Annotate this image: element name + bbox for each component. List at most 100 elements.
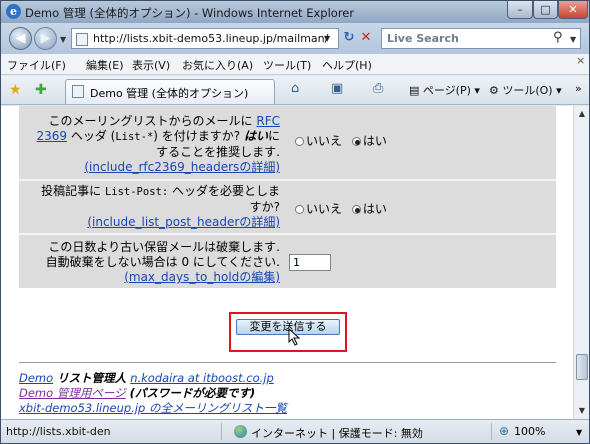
address-dropdown-icon[interactable]: ▼: [324, 34, 330, 43]
favorites-star-icon[interactable]: ★: [9, 82, 22, 98]
list-post-line1-tail: ヘッダを必要としま: [168, 184, 280, 198]
header-tail: に: [267, 129, 280, 143]
ie-logo-icon: e: [6, 4, 21, 19]
menu-close-icon[interactable]: ×: [576, 54, 585, 67]
menu-bar: ファイル(F) 編集(E) 表示(V) お気に入り(A) ツール(T) ヘルプ(…: [1, 54, 589, 75]
list-post-radio-group: いいえ はい: [295, 200, 393, 217]
menu-view[interactable]: 表示(V): [132, 57, 170, 73]
search-options-icon[interactable]: ▼: [570, 35, 576, 44]
command-bar: ★ ✚ Demo 管理 (全体的オプション) ⌂ ▣ ⎙ ▤ ページ(P) ▾ …: [1, 76, 589, 105]
footer-admin-page-line: Demo 管理用ページ (パスワードが必要です): [19, 385, 255, 401]
zoom-dropdown-icon[interactable]: ▼: [576, 428, 582, 437]
rfc2369-radio-group: いいえ はい: [295, 132, 393, 149]
tab-demo-admin[interactable]: Demo 管理 (全体的オプション): [65, 79, 275, 104]
overview-link[interactable]: xbit-demo53.lineup.jp の全メーリングリスト一覧: [19, 401, 287, 415]
scroll-up-icon[interactable]: ▲: [574, 106, 590, 122]
list-post-line1: 投稿記事に: [41, 184, 102, 198]
tools-menu[interactable]: ⚙ ツール(O) ▾: [489, 82, 562, 98]
menu-help[interactable]: ヘルプ(H): [322, 57, 372, 73]
list-post-line2: すか?: [249, 200, 280, 214]
search-icon[interactable]: ⚲: [553, 30, 563, 45]
browser-window: e Demo 管理 (全体的オプション) - Windows Internet …: [0, 0, 590, 444]
feeds-icon[interactable]: ▣: [331, 81, 343, 96]
radio-yes-rfc2369[interactable]: [351, 137, 361, 146]
menu-tools[interactable]: ツール(T): [263, 57, 311, 73]
security-zone[interactable]: インターネット | 保護モード: 無効: [251, 425, 423, 441]
zoom-icon[interactable]: ⊕: [499, 424, 509, 438]
page-content: このメーリングリストからのメールに RFC 2369 ヘッダ (List-*) …: [1, 106, 573, 419]
address-url[interactable]: http://lists.xbit-demo53.lineup.jp/mailm…: [93, 32, 328, 45]
option-value: いいえ はい: [285, 106, 556, 179]
detail-var-list-post: (include_list_post_header: [87, 215, 240, 229]
scroll-down-icon[interactable]: ▼: [574, 403, 590, 419]
toolbar-more-icon[interactable]: »: [575, 82, 582, 95]
menu-file[interactable]: ファイル(F): [7, 57, 66, 73]
page-menu[interactable]: ▤ ページ(P) ▾: [409, 82, 480, 98]
status-divider: [221, 423, 222, 440]
header-suffix: ) を付けますか?: [153, 129, 244, 143]
window-title: Demo 管理 (全体的オプション) - Windows Internet Ex…: [25, 6, 355, 20]
detail-var-rfc2369: (include_rfc2369_headers: [84, 160, 240, 174]
admin-label: リスト管理人: [53, 371, 131, 385]
menu-favorites[interactable]: お気に入り(A): [182, 57, 253, 73]
detail-tail-rfc2369: の詳細): [239, 160, 280, 174]
detail-link-list-post[interactable]: (include_list_post_headerの詳細): [87, 215, 280, 229]
max-days-line2: 自動破棄をしない場合は 0 にしてください.: [45, 255, 280, 269]
search-box[interactable]: Live Search ⚲ ▼: [381, 28, 581, 49]
add-favorites-icon[interactable]: ✚: [35, 82, 47, 98]
header-emphasis: はい: [243, 129, 268, 143]
status-bar: http://lists.xbit-den インターネット | 保護モード: 無…: [1, 419, 589, 443]
radio-yes-list-post[interactable]: [351, 205, 361, 214]
tools-menu-label: ツール(O): [502, 84, 553, 97]
home-icon[interactable]: ⌂: [291, 81, 299, 96]
rfc-link-number[interactable]: 2369: [36, 129, 67, 143]
forward-button[interactable]: ▶: [34, 27, 57, 50]
list-post-code: List-Post:: [104, 186, 169, 198]
option-description: このメーリングリストからのメールに RFC 2369 ヘッダ (List-*) …: [21, 106, 283, 179]
rfc2369-line3: することを推奨します.: [156, 145, 280, 159]
address-bar[interactable]: http://lists.xbit-demo53.lineup.jp/mailm…: [71, 28, 339, 49]
history-dropdown-icon[interactable]: ▼: [60, 35, 66, 44]
detail-tail-max-days: の編集): [239, 270, 280, 284]
page-menu-label: ページ(P): [422, 84, 471, 97]
detail-link-rfc2369[interactable]: (include_rfc2369_headersの詳細): [84, 160, 280, 174]
tab-title: Demo 管理 (全体的オプション): [90, 87, 249, 100]
admin-page-link[interactable]: Demo 管理用ページ: [19, 386, 126, 400]
detail-link-max-days[interactable]: (max_days_to_holdの編集): [124, 270, 280, 284]
max-days-input[interactable]: 1: [289, 254, 331, 271]
option-value: いいえ はい: [285, 181, 556, 233]
vertical-scrollbar[interactable]: ▲ ▼: [573, 106, 589, 419]
mouse-cursor-icon: [288, 328, 301, 346]
rfc-link[interactable]: RFC: [256, 114, 280, 128]
option-description: この日数より古い保留メールは破棄します. 自動破棄をしない場合は 0 にしてくだ…: [21, 235, 283, 288]
option-description: 投稿記事に List-Post: ヘッダを必要としま すか? (include_…: [21, 181, 283, 233]
search-placeholder[interactable]: Live Search: [387, 32, 459, 45]
navigation-bar: ◀ ▶ ▼ http://lists.xbit-demo53.lineup.jp…: [1, 23, 589, 54]
option-row-max-days: この日数より古い保留メールは破棄します. 自動破棄をしない場合は 0 にしてくだ…: [19, 235, 556, 288]
page-icon: [76, 33, 88, 46]
radio-yes-label: はい: [362, 202, 387, 216]
radio-no-list-post[interactable]: [295, 205, 304, 214]
scroll-thumb[interactable]: [576, 354, 588, 380]
radio-no-rfc2369[interactable]: [295, 137, 304, 146]
maximize-button[interactable]: □: [533, 1, 558, 19]
tab-page-icon: [72, 85, 84, 98]
radio-no-label: いいえ: [306, 202, 343, 216]
status-text: http://lists.xbit-den: [6, 425, 111, 438]
list-name-link[interactable]: Demo: [19, 371, 53, 385]
status-divider: [491, 423, 492, 440]
print-icon[interactable]: ⎙: [373, 81, 383, 96]
stop-button[interactable]: ✕: [358, 30, 374, 46]
footer-admin-line: Demo リスト管理人 n.kodaira at itboost.co.jp: [19, 370, 274, 386]
menu-edit[interactable]: 編集(E): [86, 57, 124, 73]
zoom-level[interactable]: 100%: [514, 425, 545, 438]
refresh-button[interactable]: ↻: [341, 30, 357, 46]
close-window-button[interactable]: ✕: [558, 1, 588, 19]
admin-email-link[interactable]: n.kodaira at itboost.co.jp: [130, 371, 274, 385]
minimize-button[interactable]: –: [507, 1, 533, 19]
back-button[interactable]: ◀: [9, 27, 32, 50]
option-row-rfc2369: このメーリングリストからのメールに RFC 2369 ヘッダ (List-*) …: [19, 106, 556, 179]
rfc2369-line1: このメーリングリストからのメールに: [48, 114, 253, 128]
radio-yes-label: はい: [362, 134, 387, 148]
admin-page-note: (パスワードが必要です): [125, 386, 256, 400]
